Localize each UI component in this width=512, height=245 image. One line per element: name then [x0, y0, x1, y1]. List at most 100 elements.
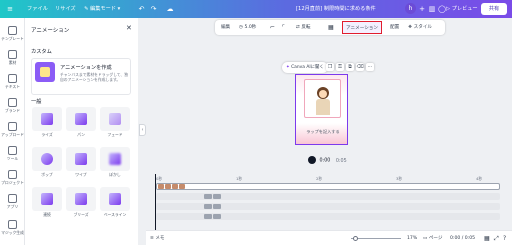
edit-mode-dropdown[interactable]: ✎ 編集モード ▾ [84, 0, 120, 18]
play-icon[interactable] [308, 156, 316, 164]
rail-item-elements[interactable]: 素材 [0, 50, 25, 66]
animation-tile-baseline[interactable] [100, 187, 130, 211]
add-icon[interactable]: + [418, 0, 426, 18]
transparency-icon[interactable]: ▦ [328, 20, 334, 35]
left-rail: テンプレート 素材 テキスト ブランド アップロード ツール プロジェクト アプ… [0, 18, 25, 245]
rail-item-projects[interactable]: プロジェクト [0, 170, 25, 186]
more-icon[interactable]: ⋯ [366, 63, 374, 71]
position-button[interactable]: 配置 [390, 20, 399, 35]
rail-item-text[interactable]: テキスト [0, 74, 25, 90]
redo-icon[interactable]: ↷ [149, 0, 158, 18]
zoom-slider-handle[interactable] [353, 236, 358, 241]
rail-item-uploads[interactable]: アップロード [0, 122, 25, 138]
share-button[interactable]: 共有 [481, 3, 507, 15]
page-button[interactable]: ▭ ページ [423, 231, 443, 245]
grid-view-icon[interactable]: ▦ [484, 231, 490, 245]
total-time: 0:05 [335, 158, 347, 164]
pencil-icon: ✎ [84, 6, 89, 12]
flip-label: 反転 [301, 25, 311, 30]
character-face [319, 90, 327, 98]
preview-button[interactable]: ▷ プレビュー [446, 4, 478, 14]
ruler-tick: 3秒 [396, 176, 403, 181]
close-icon[interactable]: ✕ [126, 24, 132, 32]
file-menu[interactable]: ファイル [27, 0, 48, 18]
memo-button[interactable]: ≡ メモ [150, 231, 165, 245]
layer-chip[interactable] [204, 194, 212, 199]
undo-icon[interactable]: ↶ [137, 0, 146, 18]
rail-item-apps[interactable]: アプリ [0, 194, 25, 210]
timeline-track[interactable] [156, 183, 500, 190]
duplicate-icon[interactable]: ⧉ [346, 63, 354, 71]
animation-tile-rise[interactable] [32, 107, 62, 131]
resize-menu[interactable]: リサイズ [55, 0, 76, 18]
brand-icon [8, 98, 17, 107]
lock-icon[interactable]: ⚿ [336, 63, 344, 71]
timeline: 0秒 1秒 2秒 3秒 4秒 [146, 174, 512, 230]
create-animation-card[interactable]: アニメーションを作成 チャンバスまで素材をドラッグして、独自のアニメーションを作… [31, 58, 131, 95]
top-bar: ≡ ファイル リサイズ ✎ 編集モード ▾ ↶ ↷ ☁ [12月直前] 制限時間… [0, 0, 512, 18]
layer-chip[interactable] [213, 214, 221, 219]
style-icon: ❖ [408, 25, 413, 30]
animation-label: フェード [107, 132, 123, 137]
pan-preview-icon [75, 113, 87, 125]
style-button[interactable]: ❖ スタイル [408, 20, 432, 35]
text-icon [8, 74, 17, 83]
preview-label: プレビュー [451, 6, 478, 12]
rail-item-label: テンプレート [1, 36, 24, 41]
analytics-icon[interactable]: ▥ [428, 0, 436, 18]
animation-tile-fade[interactable] [100, 107, 130, 131]
current-time: 0:00 [319, 158, 331, 164]
rail-item-magic[interactable]: マジック生成 [0, 220, 25, 236]
ruler-tick: 0秒 [156, 176, 163, 181]
zoom-level[interactable]: 17% [407, 231, 417, 245]
animation-tile-wipe[interactable] [66, 147, 96, 171]
collapse-panel-button[interactable]: ‹ [139, 124, 146, 136]
animate-button[interactable]: アニメーション [342, 21, 382, 34]
corner-icon[interactable]: ⌜ [282, 20, 285, 35]
layer-chip[interactable] [204, 214, 212, 219]
animation-label: ワイプ [75, 172, 87, 177]
flip-icon: ⇄ [296, 25, 300, 30]
layer-chip[interactable] [213, 204, 221, 209]
animation-label: パン [77, 132, 85, 137]
crop-icon[interactable]: ⌐ [270, 20, 275, 35]
rail-item-label: プロジェクト [1, 180, 24, 185]
succession-preview-icon [41, 193, 53, 205]
help-icon[interactable]: ? [503, 231, 506, 245]
rise-preview-icon [41, 113, 53, 125]
flip-button[interactable]: ⇄ 反転 [296, 20, 311, 35]
animation-tile-succession[interactable] [32, 187, 62, 211]
animation-tile-pan[interactable] [66, 107, 96, 131]
rail-item-tools[interactable]: ツール [0, 146, 25, 162]
animation-tile-breathe[interactable] [66, 187, 96, 211]
animation-tile-pop[interactable] [32, 147, 62, 171]
copy-icon[interactable]: ❐ [326, 63, 334, 71]
playhead[interactable] [155, 174, 156, 230]
canva-ai-label: Canva AIに聞く [291, 65, 324, 70]
animation-label: ベースライン [103, 212, 127, 217]
animation-tile-blur[interactable] [100, 147, 130, 171]
delete-icon[interactable]: ⌫ [356, 63, 364, 71]
ruler-tick: 2秒 [316, 176, 323, 181]
document-title[interactable]: [12月直前] 制限時間に求める条件 [296, 0, 376, 18]
notes-icon: ≡ [150, 236, 154, 241]
custom-animation-thumbnail [35, 62, 55, 82]
rail-item-templates[interactable]: テンプレート [0, 26, 25, 42]
rail-item-label: 素材 [8, 60, 17, 65]
menu-icon[interactable]: ≡ [5, 0, 15, 18]
page-icon: ▭ [423, 236, 428, 241]
zoom-slider[interactable] [351, 238, 401, 239]
edit-button[interactable]: 編集 [221, 20, 230, 35]
duration-button[interactable]: ◷ 5.0秒 [239, 20, 256, 35]
layer-chip[interactable] [204, 204, 212, 209]
rail-item-brand[interactable]: ブランド [0, 98, 25, 114]
cloud-sync-icon[interactable]: ☁ [165, 0, 175, 18]
animation-label: ポップ [41, 172, 53, 177]
comment-icon[interactable]: ◯ [438, 0, 446, 18]
avatar[interactable]: h [405, 3, 416, 14]
canva-ai-button[interactable]: ✦ Canva AIに聞く [282, 62, 328, 73]
layer-chip[interactable] [213, 194, 221, 199]
fullscreen-icon[interactable]: ⤢ [494, 231, 499, 245]
time-readout: 0:00 / 0:05 [450, 236, 476, 241]
design-page[interactable]: ラップを記入する [295, 74, 348, 145]
